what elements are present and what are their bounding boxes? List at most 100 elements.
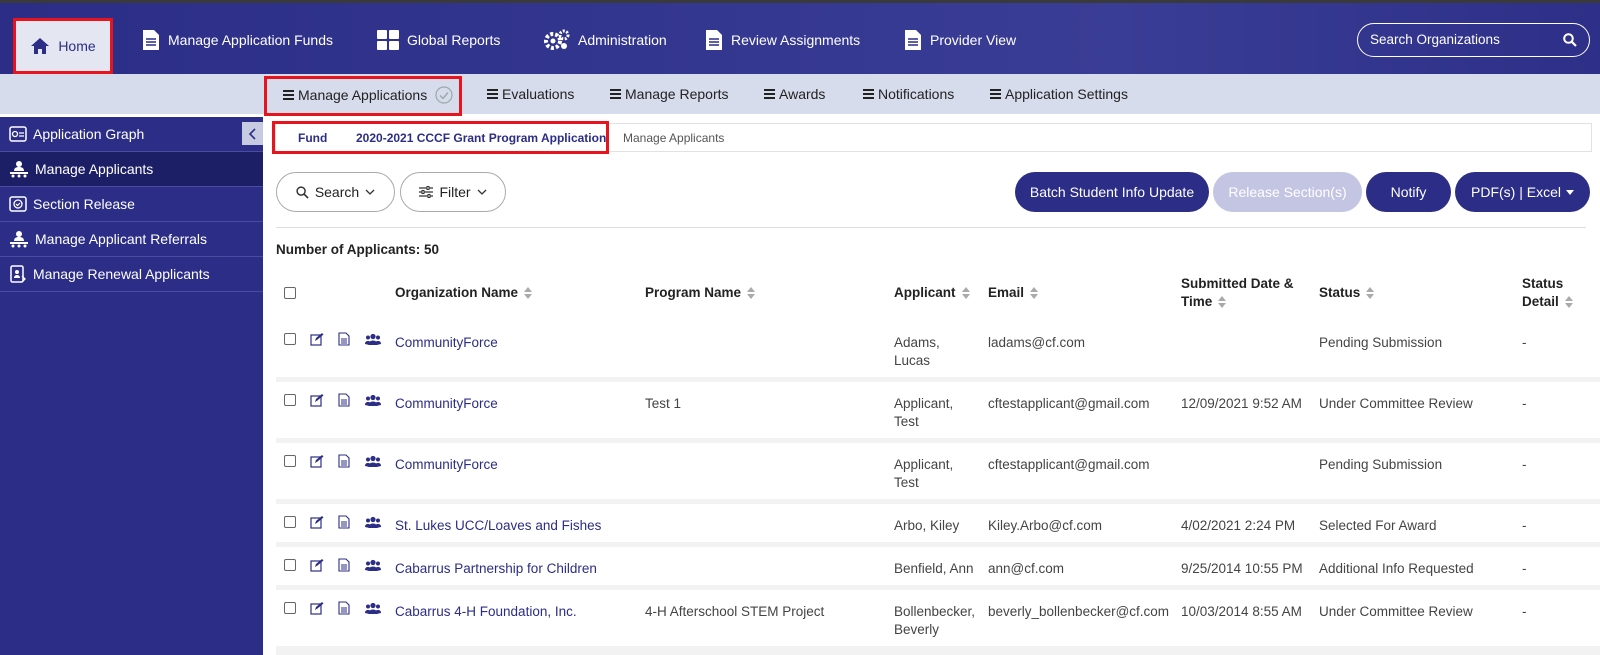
table-header: Organization Name Program Name Applicant… bbox=[276, 265, 1600, 321]
row-checkbox[interactable] bbox=[284, 559, 296, 571]
document-icon bbox=[905, 30, 921, 50]
sidebar-item-manage-renewal-applicants[interactable]: Manage Renewal Applicants bbox=[0, 257, 263, 292]
document-icon[interactable] bbox=[338, 558, 350, 575]
search-icon bbox=[296, 185, 309, 199]
status: Under Committee Review bbox=[1319, 396, 1473, 411]
email: Kiley.Arbo@cf.com bbox=[988, 518, 1102, 533]
menu-icon bbox=[863, 87, 874, 101]
submitted-date: 9/25/2014 10:55 PM bbox=[1181, 561, 1303, 576]
col-applicant[interactable]: Applicant bbox=[894, 285, 970, 300]
applicant-name-line1: Applicant, bbox=[894, 457, 954, 472]
col-program-name[interactable]: Program Name bbox=[645, 285, 756, 300]
submitted-date: 4/02/2021 2:24 PM bbox=[1181, 518, 1296, 533]
sidebar-item-application-graph[interactable]: Application Graph bbox=[0, 117, 263, 152]
subnav-awards[interactable]: Awards bbox=[764, 86, 825, 102]
program-name: Test 1 bbox=[645, 396, 682, 411]
nav-administration[interactable]: Administration bbox=[544, 25, 667, 55]
notify-button[interactable]: Notify bbox=[1366, 172, 1451, 212]
highlight-box bbox=[264, 76, 462, 116]
edit-icon[interactable] bbox=[310, 454, 324, 471]
applicant-name-line1: Benfield, Ann bbox=[894, 561, 974, 576]
nav-manage-application-funds[interactable]: Manage Application Funds bbox=[142, 25, 333, 55]
row-checkbox[interactable] bbox=[284, 455, 296, 467]
chevron-left-icon bbox=[248, 127, 256, 140]
organization-name-link[interactable]: St. Lukes UCC/Loaves and Fishes bbox=[395, 517, 601, 535]
sidebar-item-manage-applicants[interactable]: Manage Applicants bbox=[0, 152, 263, 187]
nav-review-assignments[interactable]: Review Assignments bbox=[705, 25, 860, 55]
row-checkbox[interactable] bbox=[284, 394, 296, 406]
email: ann@cf.com bbox=[988, 561, 1064, 576]
status: Additional Info Requested bbox=[1319, 561, 1474, 576]
users-icon[interactable] bbox=[365, 333, 381, 349]
status-detail: - bbox=[1522, 457, 1527, 472]
applicant-name: Benfield, Ann bbox=[894, 560, 974, 578]
edit-icon[interactable] bbox=[310, 558, 324, 575]
row-checkbox[interactable] bbox=[284, 516, 296, 528]
applicant-name: Applicant, Test bbox=[894, 456, 953, 492]
status: Selected For Award bbox=[1319, 518, 1437, 533]
sort-icon bbox=[1030, 287, 1039, 300]
applicant-name: Bollenbecker, Beverly bbox=[894, 603, 975, 639]
search-organizations-input[interactable]: Search Organizations bbox=[1357, 23, 1590, 57]
status-detail: - bbox=[1522, 396, 1527, 411]
status-detail: - bbox=[1522, 518, 1527, 533]
edit-icon[interactable] bbox=[310, 393, 324, 410]
col-submitted-date[interactable]: Submitted Date & Time bbox=[1181, 275, 1294, 311]
status: Pending Submission bbox=[1319, 335, 1443, 350]
organization-name-link[interactable]: CommunityForce bbox=[395, 334, 498, 352]
status: Pending Submission bbox=[1319, 457, 1443, 472]
nav-global-reports[interactable]: Global Reports bbox=[377, 25, 500, 55]
search-dropdown[interactable]: Search bbox=[276, 172, 395, 212]
row-checkbox[interactable] bbox=[284, 333, 296, 345]
sidebar-item-section-release[interactable]: Section Release bbox=[0, 187, 263, 222]
table-row: Cabarrus 4-H Foundation, Inc. 4-H Aftersc… bbox=[276, 590, 1600, 646]
subnav-manage-reports[interactable]: Manage Reports bbox=[610, 86, 729, 102]
document-icon[interactable] bbox=[338, 454, 350, 471]
sort-icon bbox=[524, 287, 533, 300]
batch-student-info-update-button[interactable]: Batch Student Info Update bbox=[1015, 172, 1209, 212]
table-row: Cabarrus Partnership for Children Benfiel… bbox=[276, 547, 1600, 585]
organization-name-link[interactable]: Cabarrus 4-H Foundation, Inc. bbox=[395, 603, 577, 621]
document-icon[interactable] bbox=[338, 332, 350, 349]
col-email[interactable]: Email bbox=[988, 285, 1039, 300]
document-icon[interactable] bbox=[338, 601, 350, 618]
document-icon bbox=[706, 30, 722, 50]
applicant-name: Applicant, Test bbox=[894, 395, 953, 431]
col-status-detail[interactable]: Status Detail bbox=[1522, 275, 1573, 311]
edit-icon[interactable] bbox=[310, 332, 324, 349]
users-icon[interactable] bbox=[365, 516, 381, 532]
col-status[interactable]: Status bbox=[1319, 285, 1375, 300]
applicant-name: Arbo, Kiley bbox=[894, 517, 959, 535]
applicant-name: Adams, Lucas bbox=[894, 334, 940, 370]
select-all-checkbox[interactable] bbox=[284, 287, 296, 299]
organization-name-link[interactable]: CommunityForce bbox=[395, 395, 498, 413]
users-icon[interactable] bbox=[365, 602, 381, 618]
document-icon[interactable] bbox=[338, 393, 350, 410]
sidebar-item-manage-applicant-referrals[interactable]: Manage Applicant Referrals bbox=[0, 222, 263, 257]
document-icon[interactable] bbox=[338, 515, 350, 532]
edit-icon[interactable] bbox=[310, 515, 324, 532]
subnav-application-settings[interactable]: Application Settings bbox=[990, 86, 1128, 102]
nav-provider-view[interactable]: Provider View bbox=[904, 25, 1016, 55]
users-icon[interactable] bbox=[365, 455, 381, 471]
edit-icon[interactable] bbox=[310, 601, 324, 618]
email: cftestapplicant@gmail.com bbox=[988, 396, 1150, 411]
divider bbox=[276, 227, 1586, 228]
collapse-sidebar-button[interactable] bbox=[242, 122, 263, 145]
applicant-name-line1: Arbo, Kiley bbox=[894, 518, 960, 533]
subnav-notifications[interactable]: Notifications bbox=[863, 86, 954, 102]
organization-name-link[interactable]: CommunityForce bbox=[395, 456, 498, 474]
organization-name-link[interactable]: Cabarrus Partnership for Children bbox=[395, 560, 597, 578]
users-icon[interactable] bbox=[365, 559, 381, 575]
pdf-excel-button[interactable]: PDF(s) | Excel bbox=[1455, 172, 1590, 212]
release-sections-button[interactable]: Release Section(s) bbox=[1213, 172, 1362, 212]
applicant-name-line2: Beverly bbox=[894, 622, 940, 637]
row-checkbox[interactable] bbox=[284, 602, 296, 614]
col-organization-name[interactable]: Organization Name bbox=[395, 285, 533, 300]
filter-dropdown[interactable]: Filter bbox=[400, 172, 506, 212]
applicant-name-line2: Test bbox=[894, 414, 919, 429]
sub-navigation: Manage Applications Evaluations Manage R… bbox=[0, 74, 1600, 114]
subnav-evaluations[interactable]: Evaluations bbox=[487, 86, 574, 102]
nav-home-button[interactable]: Home bbox=[13, 18, 113, 74]
users-icon[interactable] bbox=[365, 394, 381, 410]
